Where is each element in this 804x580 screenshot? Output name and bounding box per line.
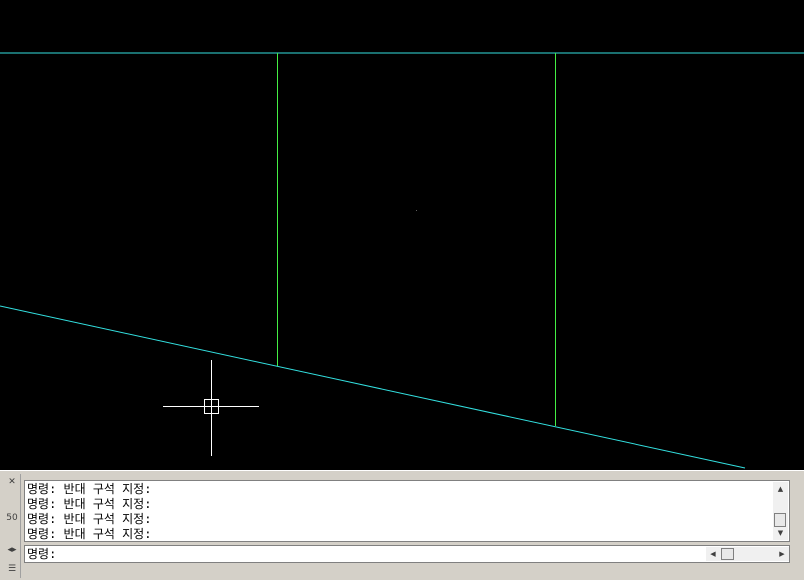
handle-number: 50 <box>6 513 18 523</box>
command-input[interactable] <box>77 546 697 562</box>
history-line: 명령: 반대 구석 지정: <box>27 527 152 541</box>
history-line: 명령: 반대 구석 지정: <box>27 482 152 496</box>
horizontal-scroll-thumb[interactable] <box>721 548 734 560</box>
point-marker <box>416 210 417 211</box>
history-line: 명령: 반대 구석 지정: <box>27 512 152 526</box>
history-lines: 명령: 반대 구석 지정: 명령: 반대 구석 지정: 명령: 반대 구석 지정… <box>27 482 771 542</box>
properties-icon[interactable]: 50 <box>5 512 19 524</box>
command-history[interactable]: 명령: 반대 구석 지정: 명령: 반대 구석 지정: 명령: 반대 구석 지정… <box>24 480 790 542</box>
prompt-horizontal-scrollbar[interactable]: ◀ ▶ <box>706 547 789 561</box>
pin-icon[interactable]: ✕ <box>5 476 19 488</box>
resize-icon[interactable]: ◂▸ <box>5 544 19 556</box>
command-prompt-label: 명령: <box>27 547 57 561</box>
scroll-down-icon[interactable]: ▼ <box>773 526 788 540</box>
menu-icon[interactable]: ☰ <box>5 563 19 575</box>
command-window: ✕ 50 ◂▸ ☰ 명령: 반대 구석 지정: 명령: 반대 구석 지정: 명령… <box>0 470 804 580</box>
command-window-handle[interactable]: ✕ 50 ◂▸ ☰ <box>3 474 21 578</box>
cyan-diagonal-line[interactable] <box>0 305 746 469</box>
command-prompt-row: 명령: ◀ ▶ <box>24 545 790 563</box>
autocad-window: ✕ 50 ◂▸ ☰ 명령: 반대 구석 지정: 명령: 반대 구석 지정: 명령… <box>0 0 804 580</box>
vertical-scroll-thumb[interactable] <box>774 513 786 527</box>
drawing-svg <box>0 52 804 469</box>
scroll-up-icon[interactable]: ▲ <box>773 482 788 496</box>
scroll-left-icon[interactable]: ◀ <box>706 547 720 561</box>
scroll-right-icon[interactable]: ▶ <box>775 547 789 561</box>
history-vertical-scrollbar[interactable]: ▲ ▼ <box>773 482 788 540</box>
drawing-canvas[interactable] <box>0 0 804 470</box>
history-line: 명령: 반대 구석 지정: <box>27 497 152 511</box>
crosshair-cursor-icon <box>163 360 259 456</box>
